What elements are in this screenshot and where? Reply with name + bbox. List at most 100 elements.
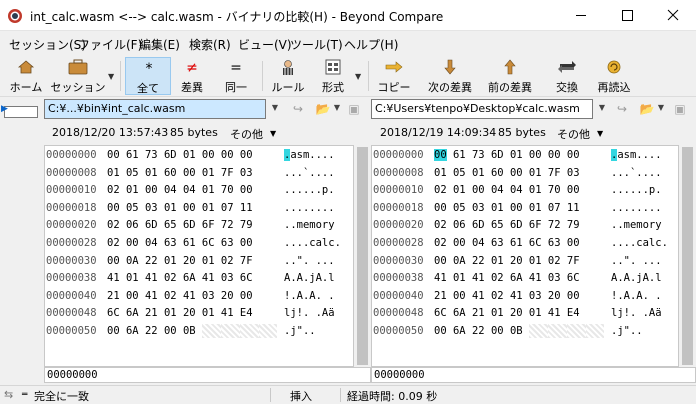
hex-byte[interactable]: 00	[240, 290, 253, 302]
hex-ascii[interactable]: lj!. .Aä	[611, 305, 662, 323]
hex-byte[interactable]: 63	[491, 237, 504, 249]
hex-byte[interactable]: 01	[491, 255, 504, 267]
hex-byte[interactable]: 41	[510, 290, 523, 302]
hex-byte[interactable]: 65	[164, 219, 177, 231]
show-all-button[interactable]: * 全て	[125, 57, 171, 95]
hex-byte[interactable]: 61	[183, 237, 196, 249]
hex-byte[interactable]: 41	[183, 290, 196, 302]
hex-byte[interactable]: 00	[567, 149, 580, 161]
hex-byte[interactable]: 03	[240, 167, 253, 179]
hex-ascii[interactable]: ...`....	[284, 165, 335, 183]
hex-ascii[interactable]: A.A.jA.l	[284, 270, 335, 288]
hex-byte[interactable]: 20	[548, 290, 561, 302]
hex-row[interactable]: 00000018 00 05 03 01 00 01 07 11........	[45, 200, 353, 218]
hex-bytes[interactable]: 01 05 01 60 00 01 7F 03	[434, 165, 580, 183]
hex-ascii[interactable]: .j"..	[284, 323, 316, 341]
hex-byte[interactable]: 01	[529, 202, 542, 214]
minimize-button[interactable]	[558, 0, 604, 31]
hex-byte[interactable]: 00	[567, 237, 580, 249]
hex-byte[interactable]: 00	[107, 202, 120, 214]
hex-byte[interactable]: 6C	[240, 272, 253, 284]
hex-ascii[interactable]: A.A.jA.l	[611, 270, 662, 288]
hex-row[interactable]: 00000020 02 06 6D 65 6D 6F 72 79 ..memory	[45, 217, 353, 235]
hex-byte[interactable]	[585, 324, 605, 338]
hex-byte[interactable]: 02	[164, 272, 177, 284]
hex-row[interactable]: 00000010 02 01 00 04 04 01 70 00 ......p.	[372, 182, 678, 200]
menu-session[interactable]: セッション(S)	[9, 36, 86, 53]
hex-row[interactable]: 00000038 41 01 41 02 6A 41 03 6C A.A.jA.l	[45, 270, 353, 288]
right-path-dropdown-icon[interactable]: ▼	[595, 99, 609, 117]
hex-byte[interactable]: 02	[221, 255, 234, 267]
hex-byte[interactable]: 03	[567, 167, 580, 179]
hex-ascii[interactable]: ..memory	[284, 217, 335, 235]
hex-byte[interactable]: 6A	[453, 307, 466, 319]
hex-ascii[interactable]: ........	[284, 200, 335, 218]
hex-byte[interactable]: 03	[548, 272, 561, 284]
hex-byte[interactable]: E4	[567, 307, 580, 319]
hex-byte[interactable]: 60	[164, 167, 177, 179]
menu-tools[interactable]: ツール(T)	[290, 36, 343, 53]
hex-byte[interactable]: 63	[221, 237, 234, 249]
hex-byte[interactable]: 02	[164, 290, 177, 302]
hex-byte[interactable]: 20	[183, 255, 196, 267]
hex-byte[interactable]: 03	[472, 202, 485, 214]
hex-byte[interactable]: 04	[183, 184, 196, 196]
hex-byte[interactable]: 61	[126, 149, 139, 161]
hex-byte[interactable]: 02	[434, 237, 447, 249]
hex-byte[interactable]: 00	[107, 255, 120, 267]
hex-bytes[interactable]: 00 05 03 01 00 01 07 11	[434, 200, 580, 218]
hex-byte[interactable]: 01	[529, 307, 542, 319]
hex-byte[interactable]: 01	[472, 167, 485, 179]
swap-button[interactable]: 交換	[546, 57, 588, 95]
hex-byte[interactable]: 00	[567, 290, 580, 302]
hex-byte[interactable]: 01	[453, 272, 466, 284]
hex-byte[interactable]: 6D	[164, 149, 177, 161]
hex-ascii[interactable]: ....calc.	[284, 235, 341, 253]
hex-byte[interactable]: 00	[240, 237, 253, 249]
hex-ascii[interactable]: !.A.A. .	[611, 288, 662, 306]
hex-byte[interactable]: 00	[240, 184, 253, 196]
hex-bytes[interactable]: 02 01 00 04 04 01 70 00	[107, 182, 253, 200]
right-hex-pane[interactable]: 00000000 00 61 73 6D 01 00 00 00 .asm.... 0…	[371, 145, 679, 367]
hex-byte[interactable]	[201, 324, 221, 338]
left-browse-dropdown-icon[interactable]: ▼	[330, 99, 344, 117]
hex-ascii[interactable]: .asm....	[284, 147, 335, 165]
hex-ascii[interactable]: ......p.	[611, 182, 662, 200]
hex-byte[interactable]: 00	[510, 202, 523, 214]
hex-ascii[interactable]: ..". ...	[284, 253, 335, 271]
rules-button[interactable]: ルール	[268, 57, 308, 95]
hex-byte[interactable]: 06	[126, 219, 139, 231]
hex-ascii[interactable]: .asm....	[611, 147, 662, 165]
hex-row[interactable]: 00000048 6C 6A 21 01 20 01 41 E4 lj!. .Aä	[45, 305, 353, 323]
hex-row[interactable]: 00000028 02 00 04 63 61 6C 63 00 ....calc.	[45, 235, 353, 253]
hex-byte[interactable]: 00	[434, 149, 447, 161]
hex-byte[interactable]	[220, 324, 240, 338]
hex-byte[interactable]: 22	[145, 325, 158, 337]
hex-byte[interactable]: 02	[107, 237, 120, 249]
hex-byte[interactable]: 01	[107, 167, 120, 179]
hex-byte[interactable]: 6D	[472, 219, 485, 231]
hex-byte[interactable]: 20	[183, 307, 196, 319]
hex-ascii-text[interactable]: asm....	[290, 149, 334, 161]
hex-ascii[interactable]: ......p.	[284, 182, 335, 200]
right-other-menu[interactable]: その他	[557, 126, 590, 142]
reload-button[interactable]: 再読込	[592, 57, 636, 95]
hex-byte[interactable]: 00	[240, 149, 253, 161]
hex-byte[interactable]: 7F	[567, 255, 580, 267]
hex-byte[interactable]: 01	[202, 167, 215, 179]
hex-bytes[interactable]: 00 61 73 6D 01 00 00 00	[434, 147, 580, 165]
hex-byte[interactable]: 21	[434, 290, 447, 302]
hex-byte[interactable]: 00	[107, 149, 120, 161]
hex-byte[interactable]: 63	[548, 237, 561, 249]
hex-byte[interactable]: 01	[491, 202, 504, 214]
hex-byte[interactable]: 00	[453, 237, 466, 249]
hex-byte[interactable]: 01	[164, 202, 177, 214]
copy-button[interactable]: コピー	[374, 57, 414, 95]
hex-byte[interactable]: 05	[453, 167, 466, 179]
hex-byte[interactable]: 20	[510, 307, 523, 319]
hex-byte[interactable]: E4	[240, 307, 253, 319]
hex-byte[interactable]: 00	[434, 325, 447, 337]
left-save-icon[interactable]: ▣	[346, 101, 362, 117]
hex-byte[interactable]: 79	[567, 219, 580, 231]
hex-byte[interactable]: 7F	[240, 255, 253, 267]
